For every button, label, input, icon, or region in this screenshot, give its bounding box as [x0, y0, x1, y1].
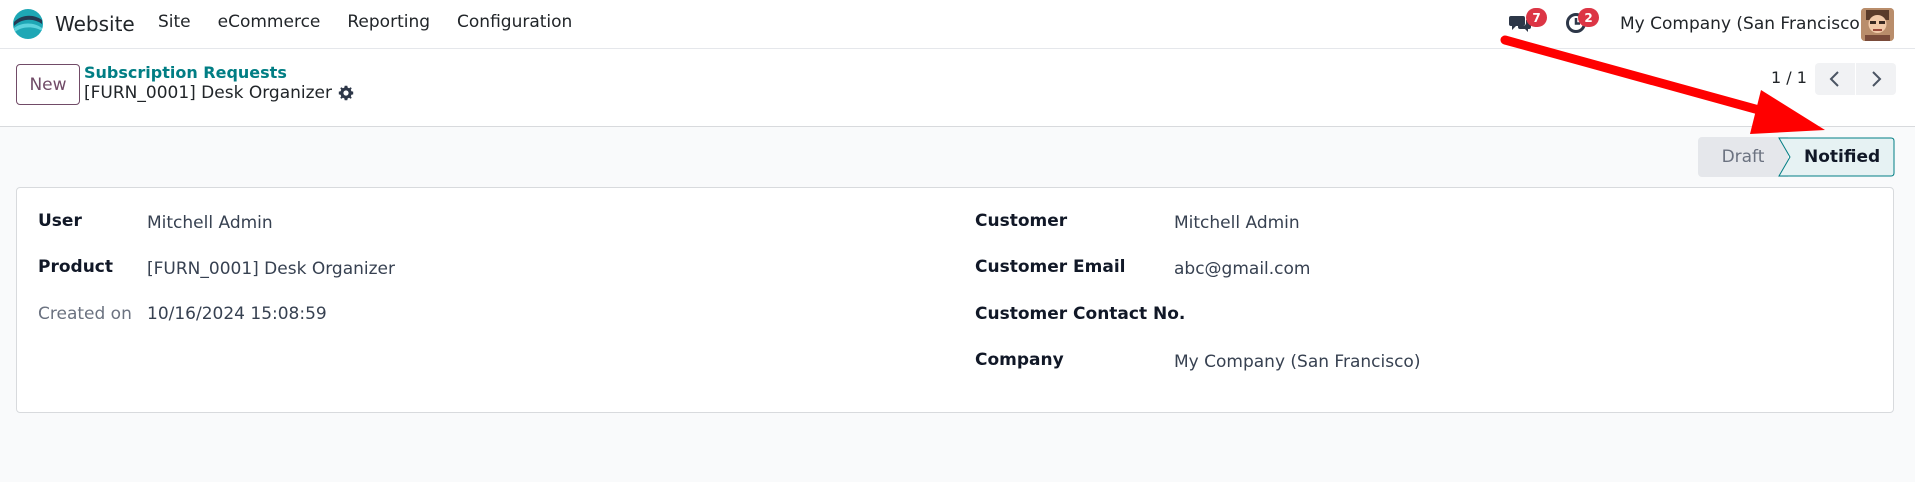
menu-item-configuration[interactable]: Configuration — [457, 12, 572, 32]
customer-email-label: Customer Email — [975, 257, 1126, 277]
menu-item-reporting[interactable]: Reporting — [347, 12, 430, 32]
created-on-label: Created on — [38, 304, 132, 324]
created-on-value: 10/16/2024 15:08:59 — [147, 304, 327, 324]
customer-label: Customer — [975, 211, 1068, 231]
product-value[interactable]: [FURN_0001] Desk Organizer — [147, 259, 395, 279]
menu-item-site[interactable]: Site — [158, 12, 191, 32]
company-value[interactable]: My Company (San Francisco) — [1174, 352, 1420, 372]
user-value[interactable]: Mitchell Admin — [147, 213, 273, 233]
activities-count-badge: 2 — [1578, 8, 1599, 27]
breadcrumb: [FURN_0001] Desk Organizer — [84, 83, 354, 103]
customer-email-value[interactable]: abc@gmail.com — [1174, 259, 1310, 279]
new-button[interactable]: New — [16, 64, 80, 105]
status-draft-button[interactable]: Draft — [1698, 137, 1788, 177]
record-title: [FURN_0001] Desk Organizer — [84, 83, 332, 103]
messages-count-badge: 7 — [1526, 8, 1547, 27]
annotation-arrow — [1500, 35, 1825, 134]
chevron-right-icon — [1872, 71, 1882, 87]
menu-item-ecommerce[interactable]: eCommerce — [218, 12, 321, 32]
main-menu: Site eCommerce Reporting Configuration — [158, 12, 599, 32]
website-logo-icon — [13, 9, 43, 39]
product-label: Product — [38, 257, 113, 277]
app-name: Website — [55, 12, 135, 36]
customer-value[interactable]: Mitchell Admin — [1174, 213, 1300, 233]
user-label: User — [38, 211, 82, 231]
company-label: Company — [975, 350, 1064, 370]
customer-contact-label: Customer Contact No. — [975, 304, 1186, 324]
user-avatar-icon — [1861, 8, 1894, 41]
app-brand[interactable]: Website — [12, 8, 135, 40]
status-notified-label: Notified — [1804, 147, 1881, 167]
breadcrumb-parent-link[interactable]: Subscription Requests — [84, 63, 287, 82]
avatar[interactable] — [1861, 8, 1894, 41]
form-sheet: User Mitchell Admin Product [FURN_0001] … — [16, 187, 1894, 413]
gear-icon[interactable] — [338, 85, 354, 101]
status-notified-button[interactable]: Notified — [1778, 137, 1895, 177]
pager-next-button[interactable] — [1856, 63, 1896, 95]
